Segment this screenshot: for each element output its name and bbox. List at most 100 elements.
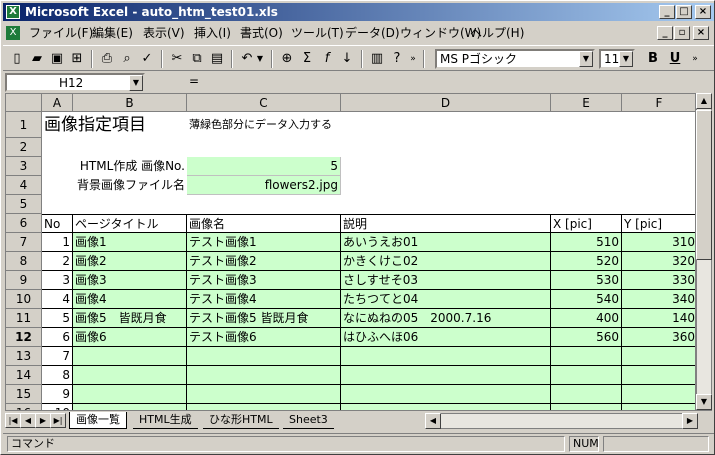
cell-description[interactable]: [341, 404, 551, 410]
tab-html-generate[interactable]: HTML生成: [133, 412, 198, 429]
spelling-icon[interactable]: ✓: [137, 49, 157, 69]
cell-y[interactable]: 340: [622, 290, 695, 309]
column-header-d[interactable]: D: [341, 94, 551, 112]
cell-y[interactable]: 330: [622, 271, 695, 290]
open-icon[interactable]: ▰: [27, 49, 47, 69]
bold-button[interactable]: B: [643, 49, 663, 69]
cell-no[interactable]: 5: [42, 309, 73, 328]
cell-x[interactable]: 540: [551, 290, 622, 309]
cell-image-name[interactable]: テスト画像3: [187, 271, 341, 290]
cell-image-name[interactable]: テスト画像6: [187, 328, 341, 347]
doc-restore-button[interactable]: ▫: [674, 26, 690, 40]
cell-x[interactable]: 560: [551, 328, 622, 347]
cell-y[interactable]: [622, 385, 695, 404]
cell-x[interactable]: [551, 347, 622, 366]
cell-page-title[interactable]: [73, 385, 187, 404]
cell-page-title[interactable]: [73, 404, 187, 410]
cell-no[interactable]: 6: [42, 328, 73, 347]
cell-page-title[interactable]: 画像3: [73, 271, 187, 290]
cell-page-title[interactable]: 画像4: [73, 290, 187, 309]
copy-icon[interactable]: ⧉: [187, 49, 207, 69]
cell-image-name[interactable]: [187, 385, 341, 404]
cell-image-name[interactable]: テスト画像4: [187, 290, 341, 309]
cell-y[interactable]: [622, 366, 695, 385]
column-header-c[interactable]: C: [187, 94, 341, 112]
cell-image-name[interactable]: [187, 366, 341, 385]
cell-image-name[interactable]: テスト画像5 皆既月食: [187, 309, 341, 328]
column-header-f[interactable]: F: [622, 94, 695, 112]
menu-view[interactable]: 表示(V): [143, 23, 185, 43]
row-header-4[interactable]: 4: [6, 176, 42, 195]
cell-x[interactable]: [551, 366, 622, 385]
scroll-down-icon[interactable]: ▼: [696, 394, 712, 410]
row-header-16[interactable]: 16: [6, 404, 42, 410]
cell-y[interactable]: [622, 347, 695, 366]
cell-description[interactable]: [341, 347, 551, 366]
cell-page-title[interactable]: 画像5 皆既月食: [73, 309, 187, 328]
html-image-no-input[interactable]: 5: [187, 157, 341, 176]
cell-description[interactable]: [341, 366, 551, 385]
row-header-5[interactable]: 5: [6, 195, 42, 214]
function-icon[interactable]: f: [317, 49, 337, 69]
cell-x[interactable]: [551, 404, 622, 410]
chart-wizard-icon[interactable]: ▥: [367, 49, 387, 69]
select-all-corner[interactable]: [6, 94, 42, 112]
cell-no[interactable]: 4: [42, 290, 73, 309]
tab-template-html[interactable]: ひな形HTML: [203, 412, 279, 429]
sheet-title[interactable]: 画像指定項目: [42, 112, 148, 138]
row-header-3[interactable]: 3: [6, 157, 42, 176]
cell-y[interactable]: 140: [622, 309, 695, 328]
maximize-button[interactable]: □: [676, 5, 692, 19]
cell-page-title[interactable]: [73, 366, 187, 385]
doc-minimize-button[interactable]: _: [657, 26, 673, 40]
scroll-left-icon[interactable]: ◀: [425, 413, 441, 429]
cell-x[interactable]: [551, 385, 622, 404]
prev-sheet-icon[interactable]: ◀: [20, 413, 36, 428]
cell-y[interactable]: 320: [622, 252, 695, 271]
bg-image-label[interactable]: 背景画像ファイル名: [42, 176, 187, 195]
cell-y[interactable]: 360: [622, 328, 695, 347]
save-icon[interactable]: ▣: [47, 49, 67, 69]
first-sheet-icon[interactable]: |◀: [5, 413, 21, 428]
print-preview-icon[interactable]: ⌕: [117, 49, 137, 69]
header-page-title[interactable]: ページタイトル: [73, 214, 187, 233]
last-sheet-icon[interactable]: ▶|: [50, 413, 66, 428]
scroll-right-icon[interactable]: ▶: [682, 413, 698, 429]
row-header-7[interactable]: 7: [6, 233, 42, 252]
row-header-11[interactable]: 11: [6, 309, 42, 328]
paste-icon[interactable]: ▤: [207, 49, 227, 69]
cell-description[interactable]: かきくけこ02: [341, 252, 551, 271]
menu-file[interactable]: ファイル(F): [29, 23, 93, 43]
header-no[interactable]: No: [42, 214, 73, 233]
underline-button[interactable]: U: [665, 49, 685, 69]
horizontal-scrollbar[interactable]: ◀ ▶: [425, 413, 698, 429]
cell-no[interactable]: 1: [42, 233, 73, 252]
tab-sheet3[interactable]: Sheet3: [283, 412, 334, 429]
close-button[interactable]: ×: [695, 5, 711, 19]
vertical-scrollbar[interactable]: ▲ ▼: [696, 93, 712, 411]
cell-y[interactable]: [622, 404, 695, 410]
row-header-10[interactable]: 10: [6, 290, 42, 309]
cell-no[interactable]: 2: [42, 252, 73, 271]
row-header-14[interactable]: 14: [6, 366, 42, 385]
doc-close-button[interactable]: ×: [693, 26, 709, 40]
row-header-8[interactable]: 8: [6, 252, 42, 271]
cell-no[interactable]: 10: [42, 404, 73, 410]
row-header-1[interactable]: 1: [6, 112, 42, 138]
sheet-note[interactable]: 薄緑色部分にデータ入力する: [187, 112, 334, 138]
cell-image-name[interactable]: [187, 404, 341, 410]
row-header-13[interactable]: 13: [6, 347, 42, 366]
scroll-thumb[interactable]: [696, 110, 712, 260]
cell-page-title[interactable]: 画像6: [73, 328, 187, 347]
cell-description[interactable]: なにぬねの05 2000.7.16: [341, 309, 551, 328]
cell-image-name[interactable]: テスト画像1: [187, 233, 341, 252]
print-icon[interactable]: ⎙: [97, 49, 117, 69]
menu-insert[interactable]: 挿入(I): [194, 23, 231, 43]
bg-image-input[interactable]: flowers2.jpg: [187, 176, 341, 195]
font-size-dropdown-icon[interactable]: ▼: [619, 51, 633, 67]
column-header-b[interactable]: B: [73, 94, 187, 112]
cell-no[interactable]: 3: [42, 271, 73, 290]
name-box[interactable]: H12 ▼: [5, 73, 145, 92]
autosum-icon[interactable]: Σ: [297, 49, 317, 69]
font-name-combo[interactable]: MS Pゴシック ▼: [435, 49, 595, 69]
